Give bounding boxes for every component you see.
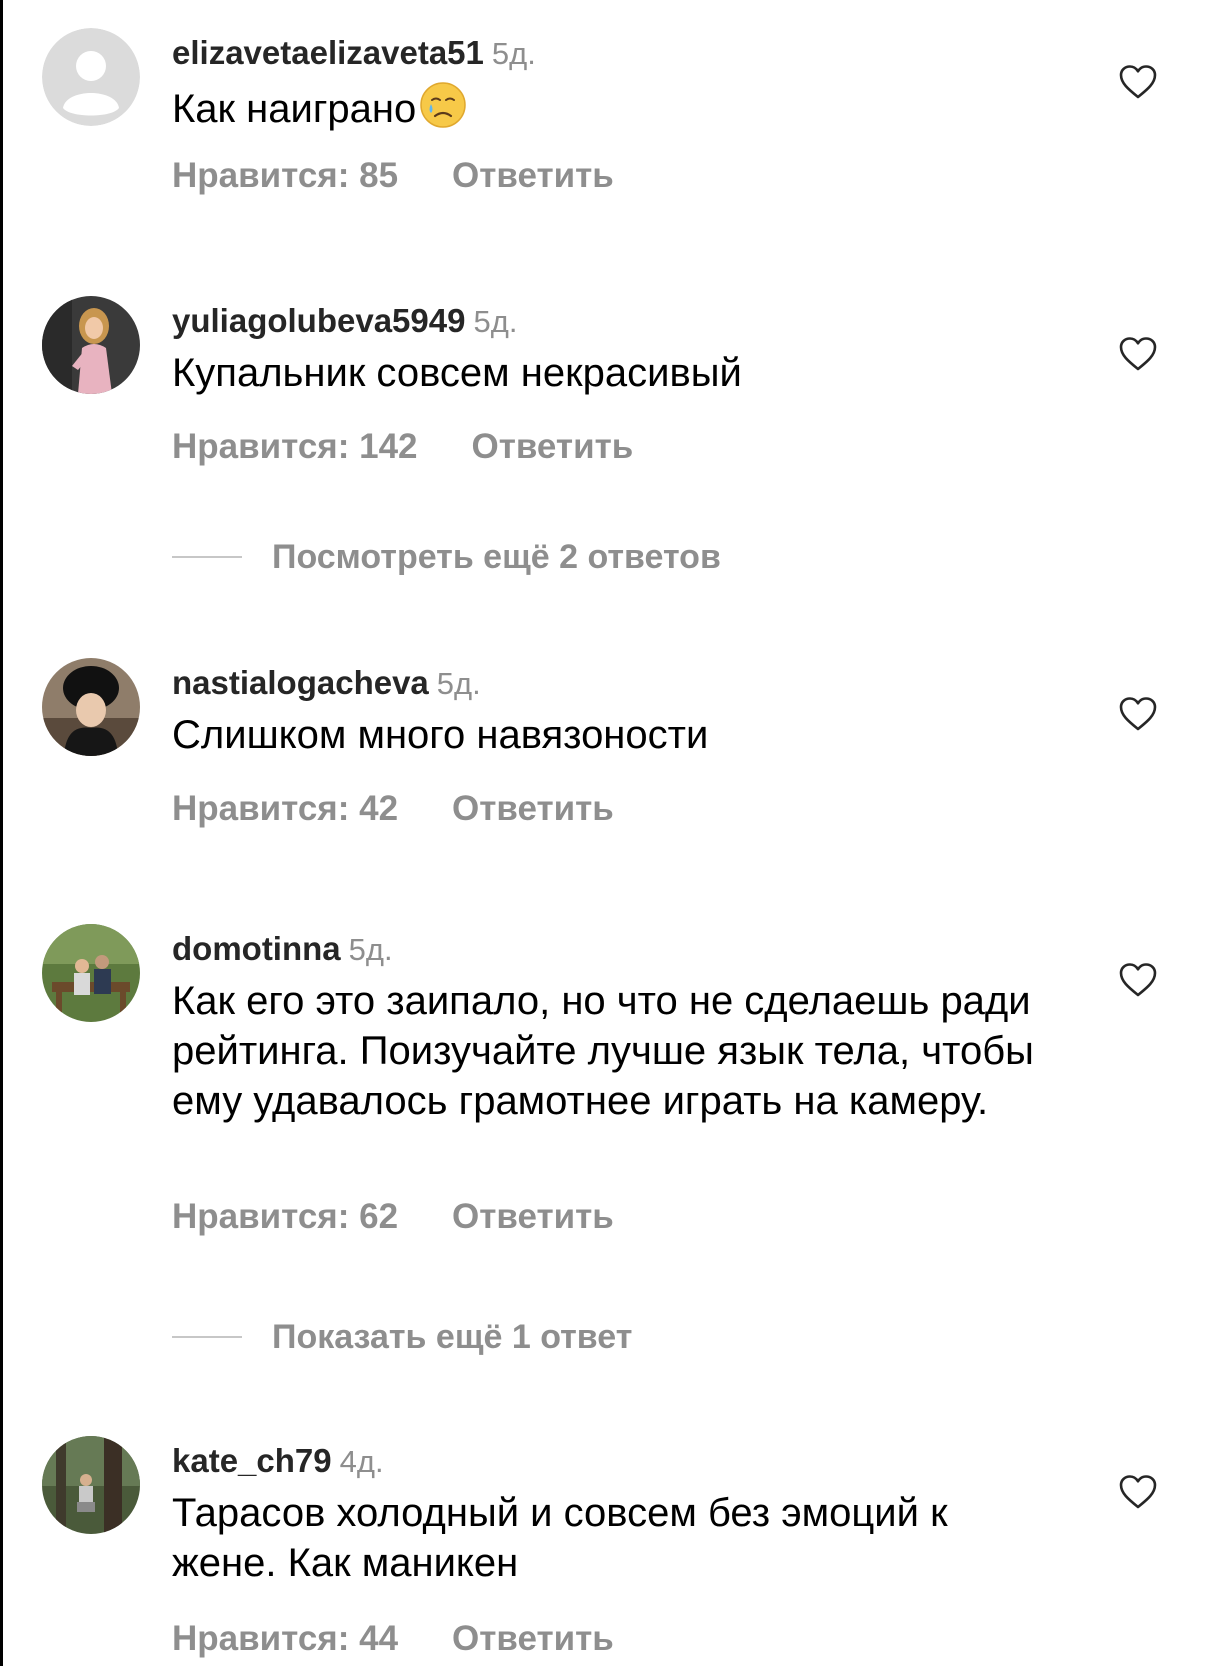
- view-more-replies[interactable]: Показать ещё 1 ответ: [172, 1320, 632, 1354]
- avatar[interactable]: [42, 28, 140, 126]
- comment-meta: domotinna 5д.: [172, 932, 393, 965]
- comment-actions: Нравится: 85 Ответить: [172, 158, 614, 193]
- replies-divider-line: [172, 556, 242, 558]
- timestamp: 5д.: [436, 666, 481, 701]
- username[interactable]: kate_ch79: [172, 1442, 332, 1479]
- heart-icon[interactable]: [1118, 64, 1158, 100]
- reply-button[interactable]: Ответить: [472, 427, 634, 466]
- comment-actions: Нравится: 44 Ответить: [172, 1621, 614, 1656]
- avatar[interactable]: [42, 296, 140, 394]
- comment-text: Как наиграно: [172, 80, 1072, 134]
- view-more-replies-label[interactable]: Показать ещё 1 ответ: [272, 1318, 632, 1356]
- avatar[interactable]: [42, 1436, 140, 1534]
- comment-actions: Нравится: 42 Ответить: [172, 791, 614, 826]
- heart-icon[interactable]: [1118, 336, 1158, 372]
- likes-count[interactable]: Нравится: 44: [172, 1619, 398, 1658]
- comment-meta: nastialogacheva 5д.: [172, 666, 481, 699]
- reply-button[interactable]: Ответить: [452, 156, 614, 195]
- crying-face-emoji-icon: [418, 80, 468, 130]
- comment-actions: Нравится: 142 Ответить: [172, 429, 633, 464]
- username[interactable]: nastialogacheva: [172, 664, 429, 701]
- username[interactable]: elizavetaelizaveta51: [172, 34, 484, 71]
- reply-button[interactable]: Ответить: [452, 789, 614, 828]
- view-more-replies-label[interactable]: Посмотреть ещё 2 ответов: [272, 538, 721, 576]
- timestamp: 5д.: [491, 36, 536, 71]
- username[interactable]: domotinna: [172, 930, 341, 967]
- likes-count[interactable]: Нравится: 85: [172, 156, 398, 195]
- timestamp: 5д.: [348, 932, 393, 967]
- likes-count[interactable]: Нравится: 142: [172, 427, 418, 466]
- heart-icon[interactable]: [1118, 696, 1158, 732]
- comment-meta: yuliagolubeva5949 5д.: [172, 304, 517, 337]
- comment-meta: kate_ch79 4д.: [172, 1444, 384, 1477]
- comment-text: Как его это заипало, но что не сделаешь …: [172, 979, 1034, 1123]
- avatar[interactable]: [42, 658, 140, 756]
- likes-count[interactable]: Нравится: 42: [172, 789, 398, 828]
- comment-text: Тарасов холодный и совсем без эмоций к ж…: [172, 1491, 948, 1585]
- username[interactable]: yuliagolubeva5949: [172, 302, 465, 339]
- replies-divider-line: [172, 1336, 242, 1338]
- comment-text: Купальник совсем некрасивый: [172, 351, 742, 395]
- comment-meta: elizavetaelizaveta51 5д.: [172, 36, 536, 69]
- timestamp: 4д.: [339, 1444, 384, 1479]
- timestamp: 5д.: [473, 304, 518, 339]
- heart-icon[interactable]: [1118, 1474, 1158, 1510]
- comment-text-content: Как наиграно: [172, 87, 417, 131]
- comment-text: Слишком много навязоности: [172, 713, 709, 757]
- comment-actions: Нравится: 62 Ответить: [172, 1199, 614, 1234]
- left-edge-border: [0, 0, 3, 1666]
- reply-button[interactable]: Ответить: [452, 1619, 614, 1658]
- view-more-replies[interactable]: Посмотреть ещё 2 ответов: [172, 540, 721, 574]
- reply-button[interactable]: Ответить: [452, 1197, 614, 1236]
- heart-icon[interactable]: [1118, 962, 1158, 998]
- likes-count[interactable]: Нравится: 62: [172, 1197, 398, 1236]
- avatar[interactable]: [42, 924, 140, 1022]
